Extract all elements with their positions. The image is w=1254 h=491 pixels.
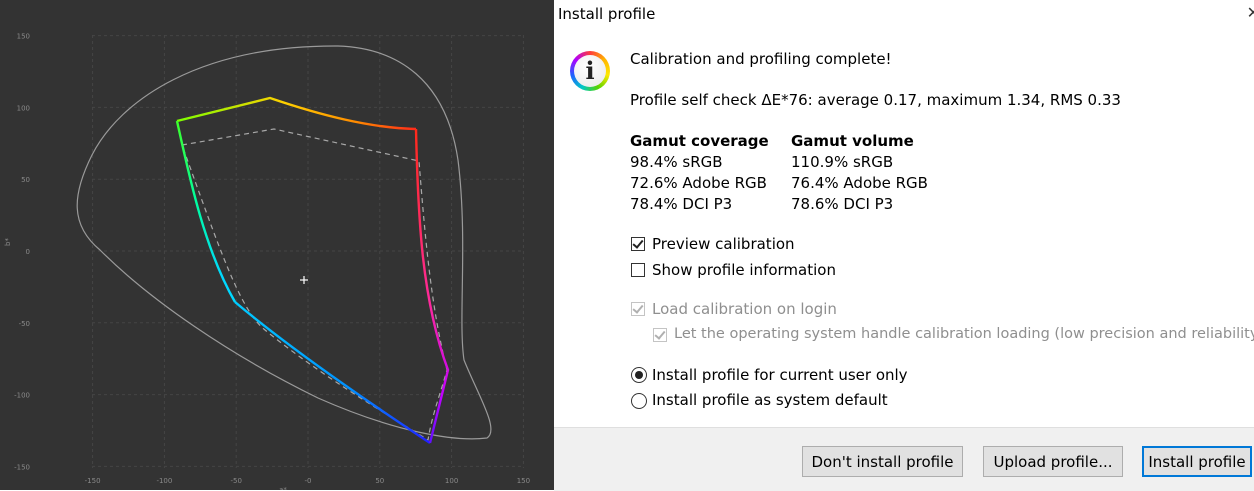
volume-dci-p3: 78.6% DCI P3: [791, 195, 894, 213]
y-tick-label: -100: [14, 392, 30, 400]
x-tick-label: 150: [517, 477, 530, 485]
gamut-plot-panel: -150 -100 -50 -0 50 100 150 150 100 50 0 -50 -100 -15…: [0, 0, 554, 490]
spectral-locus-outline: [76, 45, 492, 440]
y-tick-label: -50: [19, 320, 30, 328]
dont-install-button[interactable]: Don't install profile: [802, 446, 963, 477]
volume-srgb: 110.9% sRGB: [791, 153, 894, 171]
gamut-coverage-header: Gamut coverage: [630, 132, 769, 150]
load-calibration-label[interactable]: Load calibration on login: [652, 300, 837, 318]
measured-gamut: [175, 96, 450, 445]
x-tick-label: -100: [156, 477, 172, 485]
show-profile-info-label[interactable]: Show profile information: [652, 261, 836, 279]
y-axis-label: b*: [4, 238, 12, 246]
completion-heading: Calibration and profiling complete!: [630, 50, 892, 68]
y-tick-label: -150: [14, 463, 30, 471]
preview-calibration-label[interactable]: Preview calibration: [652, 235, 795, 253]
plot-grid: [92, 35, 524, 468]
x-tick-label: 50: [375, 477, 384, 485]
y-tick-label: 100: [17, 104, 30, 112]
coverage-srgb: 98.4% sRGB: [630, 153, 723, 171]
install-profile-button[interactable]: Install profile: [1142, 446, 1252, 477]
install-current-user-label[interactable]: Install profile for current user only: [652, 366, 908, 384]
os-handle-calibration-checkbox[interactable]: [653, 328, 667, 342]
white-point-marker: [300, 276, 308, 284]
load-calibration-checkbox[interactable]: [631, 302, 645, 316]
coverage-dci-p3: 78.4% DCI P3: [630, 195, 733, 213]
install-profile-dialog: Install profile ✕ i Calibration and prof…: [554, 0, 1254, 491]
gamut-plot: -150 -100 -50 -0 50 100 150 150 100 50 0 -50 -100 -15…: [4, 33, 530, 490]
info-icon: i: [570, 51, 610, 91]
close-icon[interactable]: ✕: [1247, 3, 1254, 22]
install-current-user-radio[interactable]: [631, 367, 647, 383]
os-handle-calibration-label[interactable]: Let the operating system handle calibrat…: [674, 326, 1254, 342]
x-tick-label: 100: [445, 477, 458, 485]
show-profile-info-checkbox[interactable]: [631, 263, 645, 277]
upload-profile-button[interactable]: Upload profile...: [983, 446, 1123, 477]
x-tick-label: -150: [85, 477, 101, 485]
install-system-default-radio[interactable]: [631, 393, 647, 409]
y-tick-label: 150: [17, 33, 30, 41]
y-tick-label: 0: [26, 248, 30, 256]
y-tick-label: 50: [21, 176, 30, 184]
coverage-adobe-rgb: 72.6% Adobe RGB: [630, 174, 767, 192]
dialog-title: Install profile: [558, 5, 656, 23]
install-system-default-label[interactable]: Install profile as system default: [652, 391, 888, 409]
x-tick-label: -0: [305, 477, 312, 485]
reference-gamut-dashed: [181, 128, 448, 441]
volume-adobe-rgb: 76.4% Adobe RGB: [791, 174, 928, 192]
gamut-volume-header: Gamut volume: [791, 132, 914, 150]
x-tick-label: -50: [230, 477, 241, 485]
self-check-text: Profile self check ΔE*76: average 0.17, …: [630, 91, 1121, 109]
dialog-footer: Don't install profile Upload profile... …: [554, 427, 1254, 491]
preview-calibration-checkbox[interactable]: [631, 237, 645, 251]
x-axis-label: a*: [279, 486, 287, 490]
